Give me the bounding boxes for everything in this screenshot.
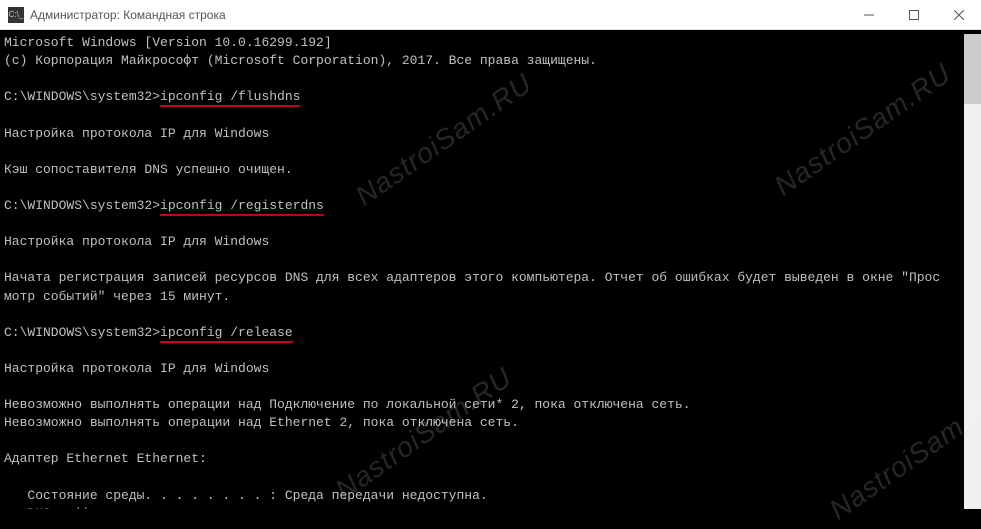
blank-line	[4, 251, 964, 269]
maximize-button[interactable]	[891, 0, 936, 29]
terminal-output: Microsoft Windows [Version 10.0.16299.19…	[4, 34, 964, 509]
flush-ok-line: Кэш сопоставителя DNS успешно очищен.	[4, 161, 964, 179]
ip-config-header: Настройка протокола IP для Windows	[4, 233, 964, 251]
version-line: Microsoft Windows [Version 10.0.16299.19…	[4, 34, 964, 52]
blank-line	[4, 107, 964, 125]
blank-line	[4, 179, 964, 197]
maximize-icon	[909, 10, 919, 20]
blank-line	[4, 342, 964, 360]
minimize-button[interactable]	[846, 0, 891, 29]
adapter-dns-line: DNS-суффикс подключения . . . . . :	[4, 505, 964, 509]
blank-line	[4, 378, 964, 396]
app-icon: C:\_	[8, 7, 24, 23]
prompt-line: C:\WINDOWS\system32>ipconfig /release	[4, 324, 964, 342]
release-error-line: Невозможно выполнять операции над Подклю…	[4, 396, 964, 414]
terminal-area[interactable]: Microsoft Windows [Version 10.0.16299.19…	[0, 30, 981, 513]
blank-line	[4, 306, 964, 324]
command-flushdns: ipconfig /flushdns	[160, 89, 300, 107]
command-release: ipconfig /release	[160, 325, 293, 343]
register-output-line: мотр событий" через 15 минут.	[4, 288, 964, 306]
release-error-line: Невозможно выполнять операции над Ethern…	[4, 414, 964, 432]
adapter-header: Адаптер Ethernet Ethernet:	[4, 450, 964, 468]
blank-line	[4, 143, 964, 161]
adapter-state-line: Состояние среды. . . . . . . . : Среда п…	[4, 487, 964, 505]
minimize-icon	[864, 10, 874, 20]
prompt: C:\WINDOWS\system32>	[4, 198, 160, 213]
prompt-line: C:\WINDOWS\system32>ipconfig /flushdns	[4, 88, 964, 106]
copyright-line: (с) Корпорация Майкрософт (Microsoft Cor…	[4, 52, 964, 70]
blank-line	[4, 70, 964, 88]
window-title: Администратор: Командная строка	[30, 8, 846, 22]
prompt: C:\WINDOWS\system32>	[4, 89, 160, 104]
ip-config-header: Настройка протокола IP для Windows	[4, 360, 964, 378]
ip-config-header: Настройка протокола IP для Windows	[4, 125, 964, 143]
prompt: C:\WINDOWS\system32>	[4, 325, 160, 340]
window-titlebar: C:\_ Администратор: Командная строка	[0, 0, 981, 30]
blank-line	[4, 432, 964, 450]
close-icon	[954, 10, 964, 20]
vertical-scrollbar[interactable]	[964, 34, 981, 509]
window-controls	[846, 0, 981, 29]
register-output-line: Начата регистрация записей ресурсов DNS …	[4, 269, 964, 287]
scrollbar-thumb[interactable]	[964, 34, 981, 104]
blank-line	[4, 215, 964, 233]
close-button[interactable]	[936, 0, 981, 29]
command-registerdns: ipconfig /registerdns	[160, 198, 324, 216]
prompt-line: C:\WINDOWS\system32>ipconfig /registerdn…	[4, 197, 964, 215]
blank-line	[4, 469, 964, 487]
